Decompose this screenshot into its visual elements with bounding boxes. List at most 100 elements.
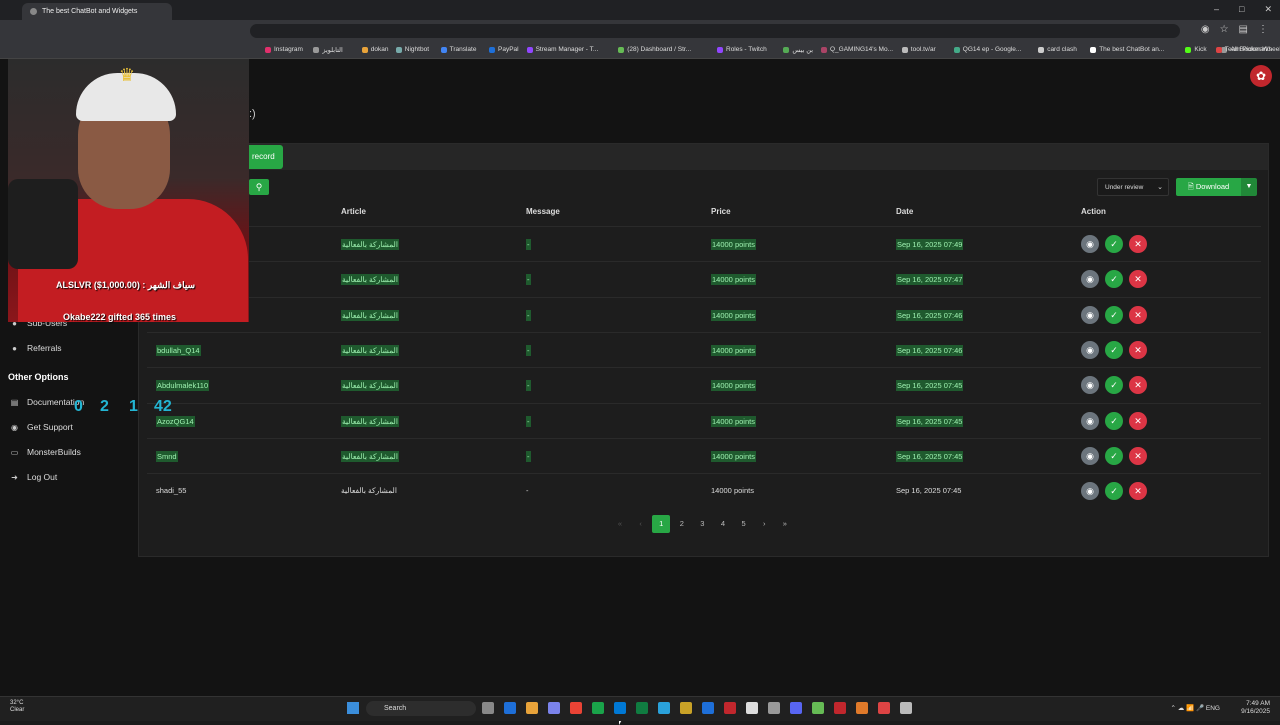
page-button[interactable]: 3 [693, 515, 711, 533]
approve-check-icon[interactable]: ✓ [1105, 340, 1123, 359]
taskbar-app-icon[interactable] [482, 702, 494, 714]
page-button[interactable]: 5 [735, 515, 753, 533]
download-options-button[interactable]: ▼ [1241, 178, 1257, 196]
search-button[interactable]: ⚲ [249, 179, 269, 195]
eye-icon[interactable]: ◉ [1081, 376, 1099, 395]
menu-icon[interactable]: ⋮ [1258, 24, 1268, 35]
article-cell: المشاركة بالفعالية [341, 239, 399, 250]
url-input[interactable] [250, 24, 1180, 38]
taskbar-app-icon[interactable] [878, 702, 890, 714]
bookmark-favicon-icon [489, 46, 495, 53]
taskbar-app-icon[interactable] [548, 702, 560, 714]
reject-x-icon[interactable]: ✕ [1129, 305, 1147, 324]
approve-check-icon[interactable]: ✓ [1105, 235, 1123, 253]
approve-check-icon[interactable]: ✓ [1105, 411, 1123, 430]
windows-start-icon[interactable] [347, 702, 359, 714]
bookmark-item[interactable]: Team Picker Wheel... [1215, 46, 1280, 53]
bookmark-favicon-icon [313, 47, 320, 53]
approve-check-icon[interactable]: ✓ [1105, 270, 1123, 289]
bookmark-item[interactable]: التابلويز [313, 46, 343, 54]
reject-x-icon[interactable]: ✕ [1129, 270, 1147, 289]
maximize-icon[interactable]: □ [1239, 4, 1244, 15]
taskbar-app-icon[interactable] [526, 702, 538, 714]
taskbar-app-icon[interactable] [702, 702, 714, 714]
window-controls: – □ ✕ [1214, 4, 1272, 15]
taskbar-app-icon[interactable] [680, 702, 692, 714]
sidebar-item-monsterbuilds[interactable]: ▭ MonsterBuilds [10, 447, 81, 457]
taskbar-search-input[interactable]: Search [366, 701, 476, 716]
last-page-icon[interactable]: » [776, 515, 794, 533]
reject-x-icon[interactable]: ✕ [1129, 411, 1147, 430]
approve-check-icon[interactable]: ✓ [1105, 446, 1123, 465]
bookmark-item[interactable]: PayPal [489, 46, 519, 53]
bookmark-item[interactable]: card clash [1038, 46, 1077, 53]
bookmark-item[interactable]: Translate [440, 46, 476, 53]
download-button[interactable]: 🗎 Download [1176, 178, 1241, 196]
next-page-icon[interactable]: › [755, 515, 773, 533]
status-filter-select[interactable]: Under review ⌄ [1097, 178, 1169, 196]
taskbar-app-icon[interactable] [812, 702, 824, 714]
approve-check-icon[interactable]: ✓ [1105, 305, 1123, 324]
bookmark-item[interactable]: Stream Manager - T... [526, 46, 598, 53]
taskbar-app-icon[interactable] [768, 702, 780, 714]
page-button[interactable]: 4 [714, 515, 732, 533]
bookmark-item[interactable]: Instagram [265, 46, 303, 53]
bookmark-item[interactable]: Nightbot [395, 46, 429, 53]
taskbar-app-icon[interactable] [636, 702, 648, 714]
taskbar-app-icon[interactable] [724, 702, 736, 714]
star-icon[interactable]: ☆ [1220, 24, 1229, 35]
bookmark-item[interactable]: QG14 ep - Google... [953, 46, 1021, 53]
taskbar-app-icon[interactable] [614, 702, 626, 714]
eye-icon[interactable]: ◉ [1081, 411, 1099, 430]
browser-tab[interactable]: The best ChatBot and Widgets [22, 3, 172, 20]
eye-icon[interactable]: ◉ [1081, 340, 1099, 359]
eye-icon[interactable]: ◉ [1081, 305, 1099, 324]
taskbar-app-icon[interactable] [504, 702, 516, 714]
bookmark-item[interactable]: (28) Dashboard / Str... [618, 46, 691, 53]
taskbar-app-icon[interactable] [592, 702, 604, 714]
clock[interactable]: 7:49 AM 9/16/2025 [1241, 700, 1270, 716]
reject-x-icon[interactable]: ✕ [1129, 340, 1147, 359]
eye-icon[interactable]: ◉ [1081, 235, 1099, 253]
weather-widget[interactable]: 32°C Clear [10, 700, 24, 714]
approve-check-icon[interactable]: ✓ [1105, 482, 1123, 501]
taskbar-app-icon[interactable] [570, 702, 582, 714]
eye-icon[interactable]: ◉ [1081, 482, 1099, 501]
eye-off-icon[interactable]: ◉ [1201, 24, 1210, 35]
minimize-icon[interactable]: – [1214, 4, 1219, 15]
close-icon[interactable]: ✕ [1264, 4, 1272, 15]
reject-x-icon[interactable]: ✕ [1129, 376, 1147, 395]
taskbar-app-icon[interactable] [790, 702, 802, 714]
bookmark-item[interactable]: dokan [361, 46, 389, 53]
system-tray[interactable]: ⌃ ☁ 📶 🎤 ENG [1171, 704, 1220, 712]
bookmark-item[interactable]: The best ChatBot an... [1090, 46, 1164, 53]
bookmark-item[interactable]: Kick [1185, 46, 1207, 53]
reject-x-icon[interactable]: ✕ [1129, 235, 1147, 253]
sidebar-item-referrals[interactable]: ● Referrals [10, 343, 61, 353]
brand-logo-icon[interactable]: ✿ [1250, 65, 1272, 87]
bookmark-item[interactable]: tool.tv/ar [901, 46, 936, 53]
price-cell: 14000 points [711, 344, 756, 356]
page-button[interactable]: 1 [652, 515, 671, 533]
add-record-button[interactable]: record [249, 145, 283, 169]
reject-x-icon[interactable]: ✕ [1129, 482, 1147, 501]
taskbar-app-icon[interactable] [834, 702, 846, 714]
reject-x-icon[interactable]: ✕ [1129, 446, 1147, 465]
taskbar-app-icon[interactable] [658, 702, 670, 714]
taskbar-app-icon[interactable] [900, 702, 912, 714]
prev-page-icon[interactable]: ‹ [632, 515, 650, 533]
bookmark-item[interactable]: Q_GAMING14's Mo... [821, 46, 893, 53]
eye-icon[interactable]: ◉ [1081, 446, 1099, 465]
sidebar-item-get-support[interactable]: ◉ Get Support [10, 422, 73, 432]
bookmark-item[interactable]: Roles - Twitch [717, 46, 767, 53]
approve-check-icon[interactable]: ✓ [1105, 376, 1123, 395]
first-page-icon[interactable]: « [611, 515, 629, 533]
taskbar-app-icon[interactable] [856, 702, 868, 714]
eye-icon[interactable]: ◉ [1081, 270, 1099, 289]
bookmark-item[interactable]: بن بيس [783, 46, 813, 54]
sidebar-item-log-out[interactable]: ➜ Log Out [10, 472, 57, 482]
browser-tab-strip: The best ChatBot and Widgets – □ ✕ [0, 0, 1280, 20]
extensions-icon[interactable]: ▤ [1239, 24, 1248, 35]
page-button[interactable]: 2 [673, 515, 691, 533]
taskbar-app-icon[interactable] [746, 702, 758, 714]
